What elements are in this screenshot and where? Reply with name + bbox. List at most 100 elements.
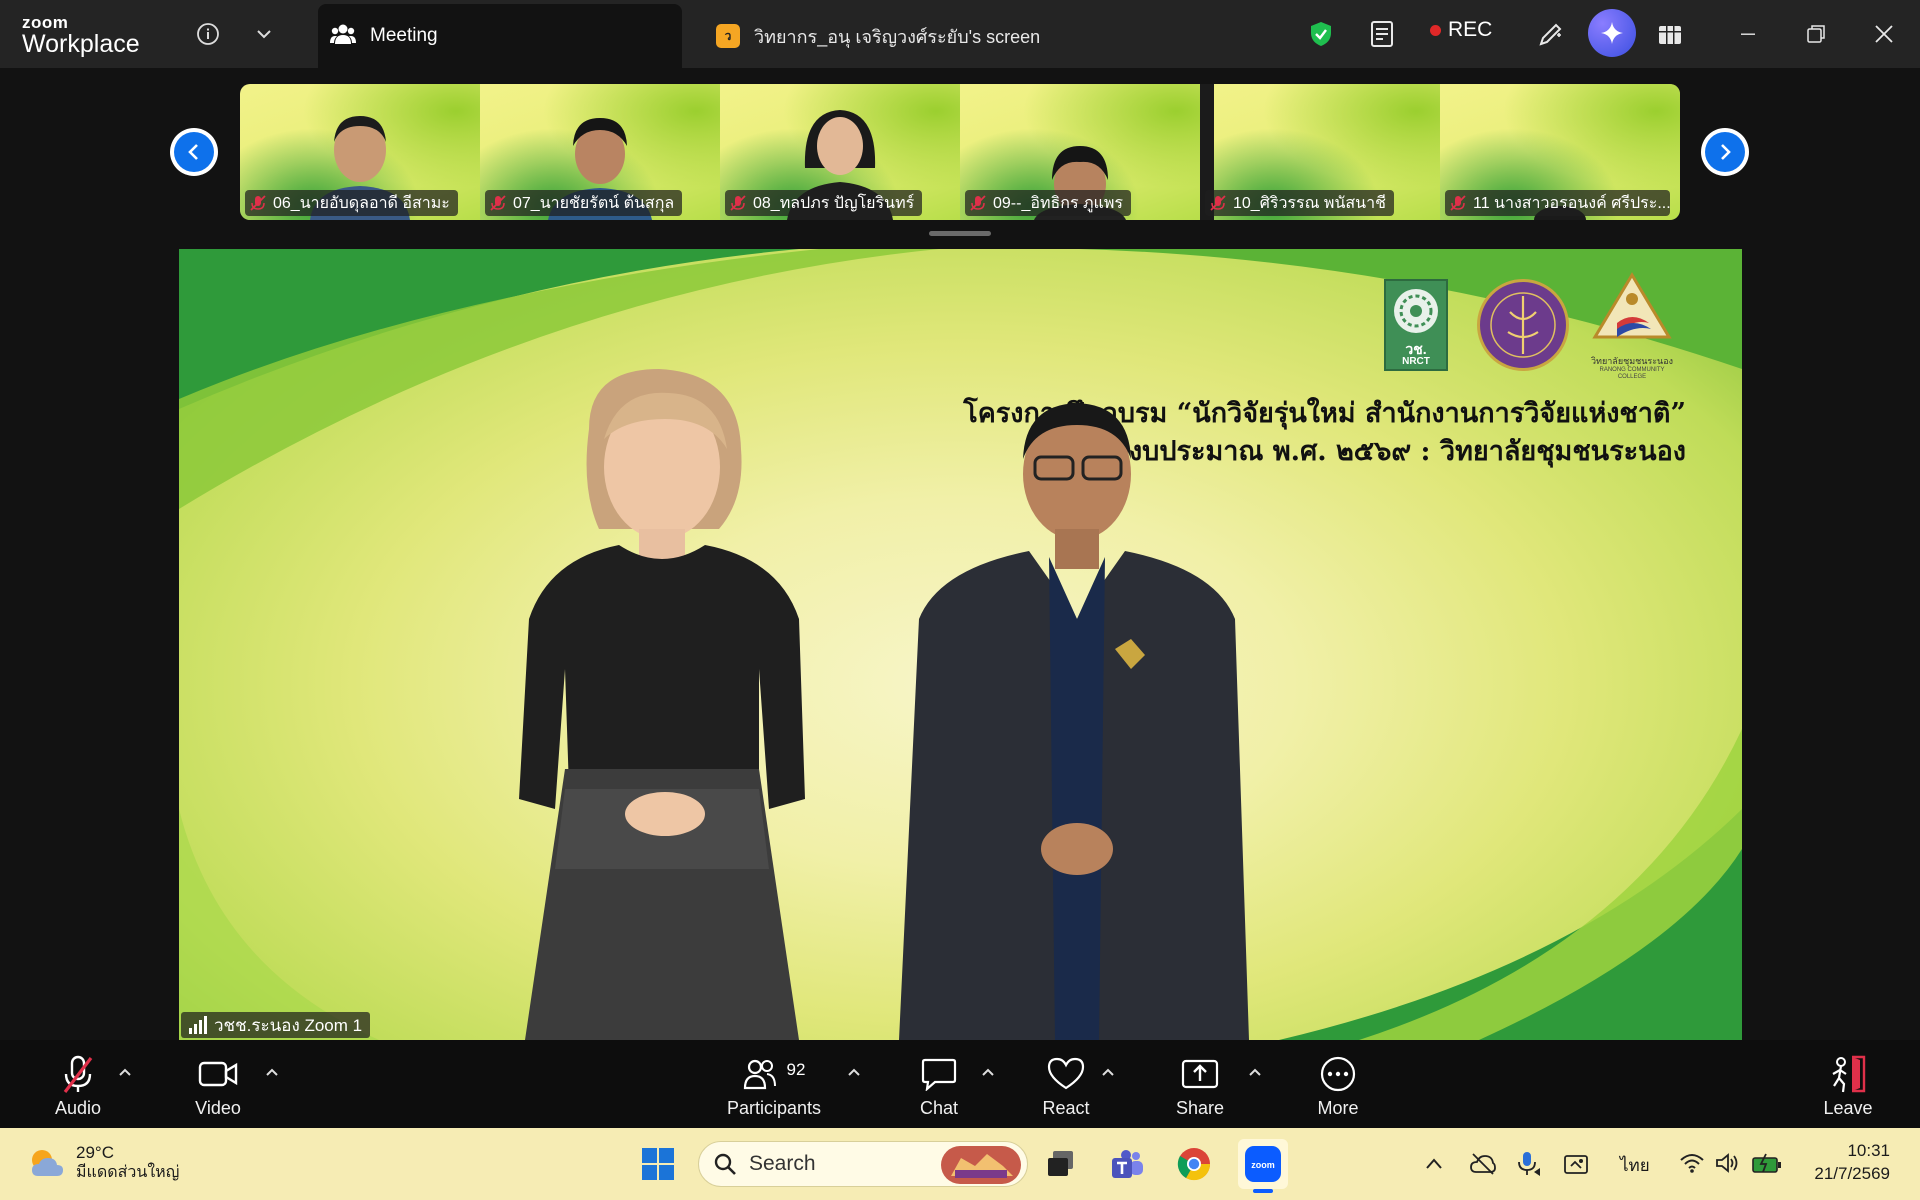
- notes-icon[interactable]: [1365, 16, 1401, 52]
- chevron-down-icon[interactable]: [246, 16, 282, 52]
- college-name-sub: RANONG COMMUNITY COLLEGE: [1599, 366, 1665, 380]
- participants-count: 92: [786, 1060, 806, 1079]
- participant-thumbnail-strip: 06_นายอับดุลอาดี อีสามะ 07_นายชัยรัตน์ ต…: [240, 84, 1680, 220]
- presenter-man-video: [899, 403, 1249, 1040]
- share-label: Share: [1175, 1098, 1225, 1118]
- active-app-indicator: [1253, 1189, 1273, 1193]
- participant-thumbnail[interactable]: 10_ศิริวรรณ พนัสนาชี: [1200, 84, 1440, 220]
- start-button[interactable]: [636, 1142, 680, 1186]
- participant-name: 10_ศิริวรรณ พนัสนาชี: [1233, 194, 1386, 212]
- participant-name: 09--_อิทธิกร ภูแพร: [993, 194, 1123, 212]
- share-screen-icon: [1181, 1059, 1219, 1089]
- share-button[interactable]: Share: [1172, 1054, 1228, 1119]
- previous-page-button[interactable]: [170, 128, 218, 176]
- clock-date: 21/7/2569: [1814, 1163, 1890, 1183]
- recording-dot-icon: [1430, 24, 1441, 36]
- nrct-logo-text: วช.: [1405, 341, 1427, 357]
- presenter-woman-video: [519, 369, 805, 1040]
- video-options-chevron-up-icon[interactable]: [264, 1064, 280, 1080]
- chat-button[interactable]: Chat: [912, 1054, 966, 1119]
- participant-name: 07_นายชัยรัตน์ ต้นสกุล: [513, 194, 675, 212]
- participant-thumbnail[interactable]: 08_ทลปภร ปัญโยรินทร์: [720, 84, 960, 220]
- zoom-workplace-logo: zoom Workplace: [22, 14, 140, 57]
- meeting-info-icon[interactable]: [190, 16, 226, 52]
- recording-indicator[interactable]: REC: [1430, 18, 1492, 42]
- react-button[interactable]: React: [1038, 1054, 1094, 1119]
- zoom-app-icon: zoom: [1245, 1146, 1281, 1182]
- audio-options-chevron-up-icon[interactable]: [117, 1064, 133, 1080]
- participants-options-chevron-up-icon[interactable]: [846, 1064, 862, 1080]
- svg-text:zoom: zoom: [1251, 1160, 1275, 1170]
- microphone-in-use-icon[interactable]: [1514, 1150, 1542, 1178]
- audio-button[interactable]: Audio: [44, 1054, 112, 1119]
- hidden-icons-chevron-up-icon[interactable]: [1424, 1154, 1444, 1174]
- zoom-app-button[interactable]: zoom: [1238, 1139, 1288, 1193]
- search-icon: [714, 1153, 736, 1175]
- volume-icon[interactable]: [1715, 1152, 1739, 1174]
- more-label: More: [1317, 1098, 1359, 1118]
- restore-window-icon[interactable]: [1798, 16, 1834, 52]
- participant-name-tag: 06_นายอับดุลอาดี อีสามะ: [245, 190, 458, 216]
- partly-sunny-icon: [32, 1149, 63, 1176]
- shared-screen-view: วช. NRCT วิทยาลัยชุมชนระนอง RANONG COMMU…: [179, 249, 1742, 1040]
- close-window-icon[interactable]: [1866, 16, 1902, 52]
- brand-workplace-text: Workplace: [22, 30, 140, 58]
- apps-grid-icon[interactable]: [1652, 16, 1688, 52]
- participant-name-tag: 08_ทลปภร ปัญโยรินทร์: [725, 190, 923, 216]
- college-name-text: วิทยาลัยชุมชนระนอง: [1590, 356, 1674, 366]
- minimize-icon[interactable]: [1730, 16, 1766, 52]
- muted-mic-icon: [730, 195, 746, 211]
- participants-button[interactable]: 92 Participants: [722, 1054, 826, 1119]
- battery-charging-icon[interactable]: [1751, 1152, 1783, 1174]
- taskbar-search-box[interactable]: Search: [698, 1141, 1028, 1187]
- react-options-chevron-up-icon[interactable]: [1100, 1064, 1116, 1080]
- share-options-chevron-up-icon[interactable]: [1247, 1064, 1263, 1080]
- participant-name: 11 นางสาวอรอนงค์ ศรีประ...: [1473, 194, 1670, 212]
- audio-label: Audio: [54, 1098, 102, 1118]
- participant-name-tag: 11 นางสาวอรอนงค์ ศรีประ...: [1445, 190, 1670, 216]
- encryption-shield-icon[interactable]: [1303, 16, 1339, 52]
- windows-logo-icon: [642, 1148, 674, 1180]
- muted-mic-icon: [970, 195, 986, 211]
- video-camera-icon: [198, 1061, 238, 1087]
- muted-mic-icon: [1210, 195, 1226, 211]
- chat-label: Chat: [919, 1098, 959, 1118]
- wifi-icon[interactable]: [1679, 1152, 1705, 1174]
- strip-resize-handle[interactable]: [929, 231, 991, 236]
- system-clock[interactable]: 10:31 21/7/2569: [1814, 1140, 1890, 1186]
- search-placeholder: Search: [749, 1152, 816, 1175]
- leave-button[interactable]: Leave: [1820, 1054, 1876, 1119]
- participants-group-icon: [330, 23, 356, 50]
- participant-thumbnail[interactable]: 06_นายอับดุลอาดี อีสามะ: [240, 84, 480, 220]
- weather-widget[interactable]: 29°C มีแดดส่วนใหญ่: [28, 1142, 179, 1183]
- task-view-icon: [1048, 1151, 1073, 1176]
- recording-label: REC: [1448, 18, 1493, 41]
- participant-name-tag: 09--_อิทธิกร ภูแพร: [965, 190, 1131, 216]
- participant-thumbnail[interactable]: 09--_อิทธิกร ภูแพร: [960, 84, 1200, 220]
- title-bar: zoom Workplace Meeting ว วิทยากร_อนุ เจร…: [0, 0, 1920, 68]
- more-button[interactable]: More: [1312, 1054, 1364, 1119]
- chat-options-chevron-up-icon[interactable]: [980, 1064, 996, 1080]
- onedrive-offline-icon[interactable]: [1470, 1152, 1496, 1176]
- teams-app-button[interactable]: [1105, 1142, 1149, 1186]
- task-view-button[interactable]: [1039, 1142, 1083, 1186]
- annotate-pen-icon[interactable]: [1533, 16, 1569, 52]
- meeting-controls-toolbar: Audio Video 92 Participants Chat React S…: [0, 1040, 1920, 1128]
- sparkle-icon: [1601, 22, 1623, 44]
- brand-zoom-text: zoom: [22, 13, 69, 32]
- screen-capture-icon[interactable]: [1563, 1152, 1589, 1176]
- chat-bubble-icon: [921, 1058, 957, 1091]
- ranong-college-logo: วิทยาลัยชุมชนระนอง RANONG COMMUNITY COLL…: [1587, 271, 1677, 381]
- video-button[interactable]: Video: [184, 1054, 252, 1119]
- input-language-indicator[interactable]: ไทย: [1620, 1152, 1650, 1179]
- heart-icon: [1047, 1057, 1085, 1090]
- participant-thumbnail[interactable]: 11 นางสาวอรอนงค์ ศรีประ...: [1440, 84, 1680, 220]
- ai-companion-button[interactable]: [1588, 9, 1636, 57]
- next-page-button[interactable]: [1701, 128, 1749, 176]
- chrome-app-button[interactable]: [1172, 1142, 1216, 1186]
- tab-shared-screen[interactable]: ว วิทยากร_อนุ เจริญวงศ์ระยับ's screen: [716, 4, 1040, 68]
- tab-meeting[interactable]: Meeting: [318, 4, 682, 68]
- tab-meeting-label: Meeting: [370, 25, 438, 46]
- muted-mic-icon: [250, 195, 266, 211]
- participant-thumbnail[interactable]: 07_นายชัยรัตน์ ต้นสกุล: [480, 84, 720, 220]
